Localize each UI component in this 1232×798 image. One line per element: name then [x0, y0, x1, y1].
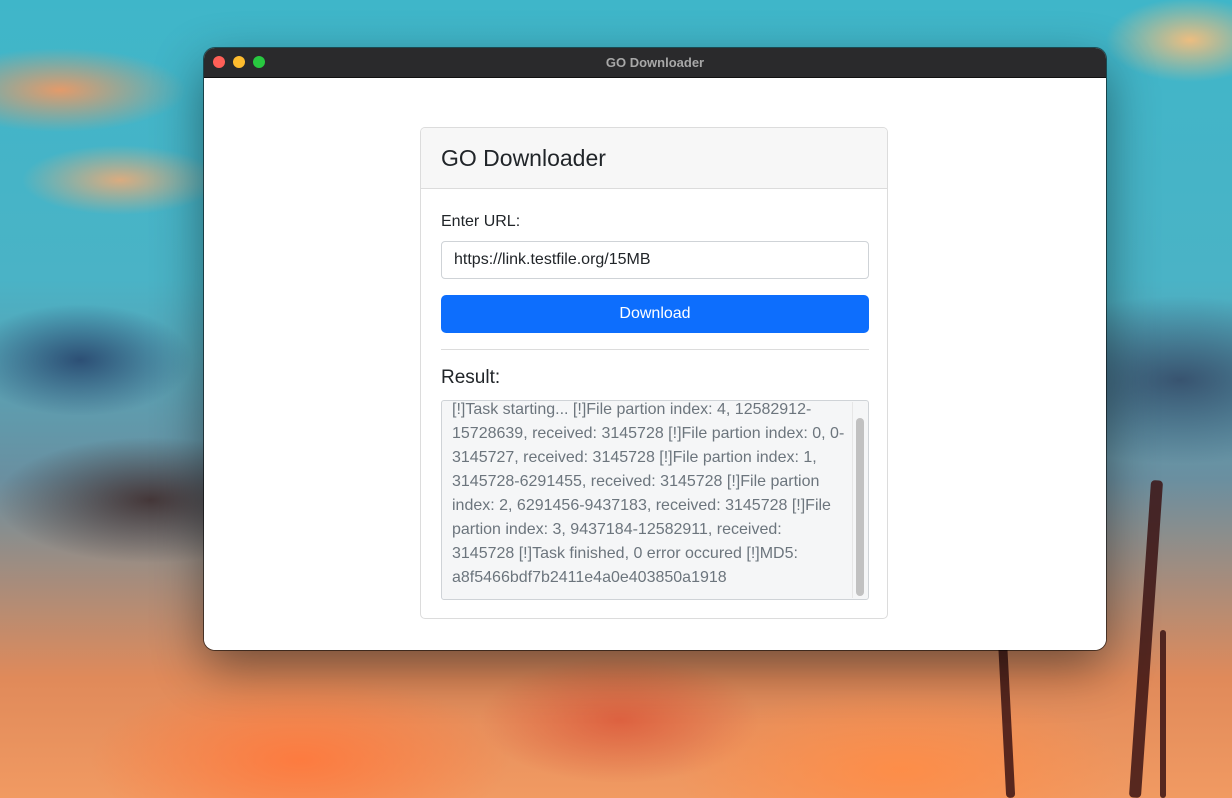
result-textarea[interactable]: [!]Task starting... [!]File partion inde…: [441, 400, 869, 600]
minimize-window-button[interactable]: [233, 56, 245, 68]
window-title: GO Downloader: [605, 55, 705, 70]
card-title: GO Downloader: [441, 144, 606, 171]
result-scrollbar[interactable]: [852, 402, 867, 598]
url-label: Enter URL:: [441, 213, 521, 230]
card-header: GO Downloader: [421, 128, 887, 189]
title-bar[interactable]: GO Downloader: [204, 48, 1106, 78]
close-window-button[interactable]: [213, 56, 225, 68]
divider: [441, 349, 869, 350]
window-controls: [213, 56, 265, 68]
palm-trunk: [1128, 479, 1164, 798]
app-window: GO Downloader GO Downloader Enter URL: D…: [204, 48, 1106, 650]
window-content: GO Downloader Enter URL: Download Result…: [204, 78, 1106, 650]
downloader-card: GO Downloader Enter URL: Download Result…: [420, 127, 888, 619]
result-output-text: [!]Task starting... [!]File partion inde…: [452, 401, 845, 586]
download-button[interactable]: Download: [441, 295, 869, 333]
maximize-window-button[interactable]: [253, 56, 265, 68]
url-input[interactable]: [441, 241, 869, 279]
result-label: Result:: [441, 367, 501, 388]
result-scrollbar-thumb[interactable]: [856, 418, 864, 596]
card-body: Enter URL: Download Result: [!]Task star…: [421, 213, 887, 600]
desktop-wallpaper: GO Downloader GO Downloader Enter URL: D…: [0, 0, 1232, 798]
utility-pole: [1160, 630, 1166, 798]
